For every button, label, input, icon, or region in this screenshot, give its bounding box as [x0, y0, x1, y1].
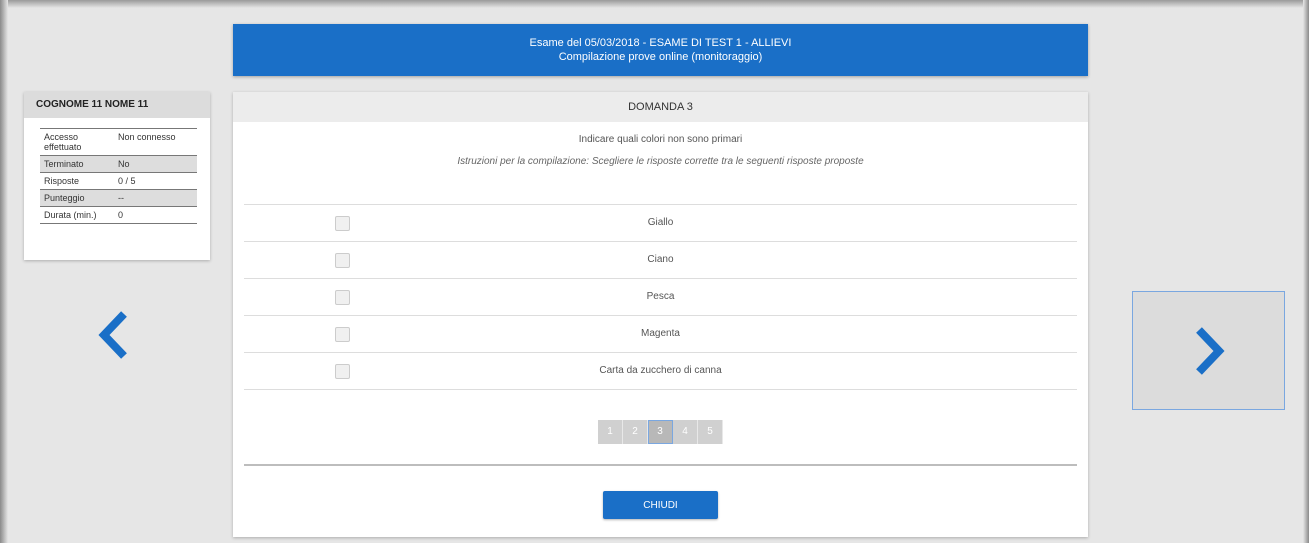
question-title: DOMANDA 3	[233, 92, 1088, 122]
close-button[interactable]: CHIUDI	[603, 491, 718, 519]
answer-label: Ciano	[647, 254, 674, 265]
window-frame-top	[0, 0, 1309, 8]
page-button-1[interactable]: 1	[598, 420, 623, 444]
info-value: No	[114, 155, 197, 173]
info-row-finished: Terminato No	[40, 155, 197, 173]
answer-option[interactable]: Ciano	[244, 241, 1077, 278]
info-label: Accesso effettuato	[40, 128, 114, 156]
answer-label: Giallo	[647, 217, 674, 228]
info-label: Durata (min.)	[40, 206, 114, 224]
prev-question-button[interactable]	[84, 305, 144, 365]
info-value: Non connesso	[114, 128, 197, 156]
answer-option[interactable]: Pesca	[244, 278, 1077, 315]
chevron-right-icon	[1195, 326, 1225, 375]
info-label: Risposte	[40, 172, 114, 190]
info-row-duration: Durata (min.) 0	[40, 206, 197, 224]
question-card: DOMANDA 3 Indicare quali colori non sono…	[233, 92, 1088, 537]
info-label: Terminato	[40, 155, 114, 173]
answer-label: Carta da zucchero di canna	[599, 365, 722, 376]
question-instructions: Istruzioni per la compilazione: Sceglier…	[457, 156, 864, 167]
answer-option[interactable]: Carta da zucchero di canna	[244, 352, 1077, 390]
window-frame-right	[1303, 0, 1309, 543]
info-value: 0	[114, 206, 197, 224]
question-pager: 1 2 3 4 5	[598, 420, 723, 444]
page-button-5[interactable]: 5	[698, 420, 723, 444]
student-panel: COGNOME 11 NOME 11 Accesso effettuato No…	[24, 92, 210, 260]
answer-label: Magenta	[641, 328, 680, 339]
exam-subtitle: Compilazione prove online (monitoraggio)	[558, 51, 763, 63]
page-button-4[interactable]: 4	[673, 420, 698, 444]
page-button-2[interactable]: 2	[623, 420, 648, 444]
window-frame-left	[0, 0, 8, 543]
info-value: 0 / 5	[114, 172, 197, 190]
student-info-table: Accesso effettuato Non connesso Terminat…	[40, 128, 197, 224]
answer-list: Giallo Ciano Pesca Magenta Carta da zucc…	[244, 204, 1077, 390]
page-button-3-current[interactable]: 3	[648, 420, 673, 444]
next-question-button[interactable]	[1132, 291, 1285, 410]
info-row-access: Accesso effettuato Non connesso	[40, 128, 197, 156]
exam-header: Esame del 05/03/2018 - ESAME DI TEST 1 -…	[233, 24, 1088, 76]
question-text: Indicare quali colori non sono primari	[578, 134, 743, 145]
divider	[244, 464, 1077, 466]
chevron-left-icon	[98, 311, 127, 359]
info-value: --	[114, 189, 197, 207]
exam-title: Esame del 05/03/2018 - ESAME DI TEST 1 -…	[529, 37, 792, 49]
info-label: Punteggio	[40, 189, 114, 207]
answer-option[interactable]: Magenta	[244, 315, 1077, 352]
info-row-answers: Risposte 0 / 5	[40, 172, 197, 190]
answer-option[interactable]: Giallo	[244, 204, 1077, 241]
answer-label: Pesca	[646, 291, 675, 302]
student-name: COGNOME 11 NOME 11	[24, 92, 210, 118]
info-row-score: Punteggio --	[40, 189, 197, 207]
